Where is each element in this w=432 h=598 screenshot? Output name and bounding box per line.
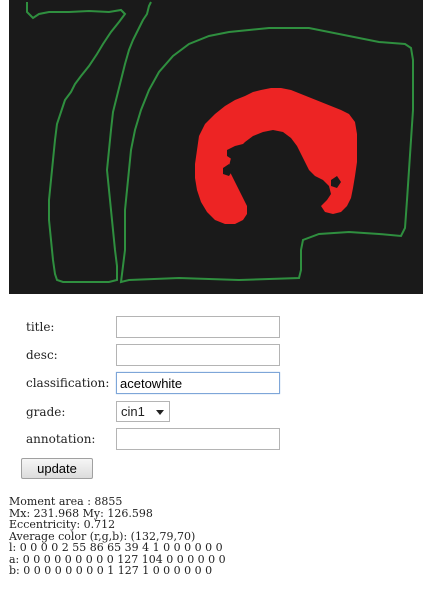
segmentation-canvas[interactable] [9,0,423,294]
title-input[interactable] [116,316,280,338]
title-label: title: [26,320,55,334]
desc-label: desc: [26,348,58,362]
grade-select-value: cin1 [121,404,145,419]
classification-input[interactable] [116,372,280,394]
form-row-desc: desc: [26,344,326,368]
form-row-title: title: [26,316,326,340]
annotation-label: annotation: [26,432,96,446]
chevron-down-icon [156,410,164,415]
stats-panel: Moment area : 8855 Mx: 231.968 My: 126.5… [9,496,226,577]
moment-area-text: Moment area : 8855 [9,495,123,508]
form-row-grade: grade: cin1 [26,401,326,425]
update-button[interactable]: update [21,458,93,479]
form-row-classification: classification: [26,372,326,396]
form-row-annotation: annotation: [26,428,326,452]
grade-label: grade: [26,405,66,419]
desc-input[interactable] [116,344,280,366]
grade-select[interactable]: cin1 [116,401,170,422]
eccentricity-text: Eccentricity: 0.712 [9,518,116,531]
b-histogram-text: b: 0 0 0 0 0 0 0 0 1 127 1 0 0 0 0 0 0 [9,564,213,577]
annotation-input[interactable] [116,428,280,450]
l-histogram-text: l: 0 0 0 0 2 55 86 65 39 4 1 0 0 0 0 0 0 [9,541,223,554]
classification-label: classification: [26,376,110,390]
segmentation-image [9,0,423,294]
